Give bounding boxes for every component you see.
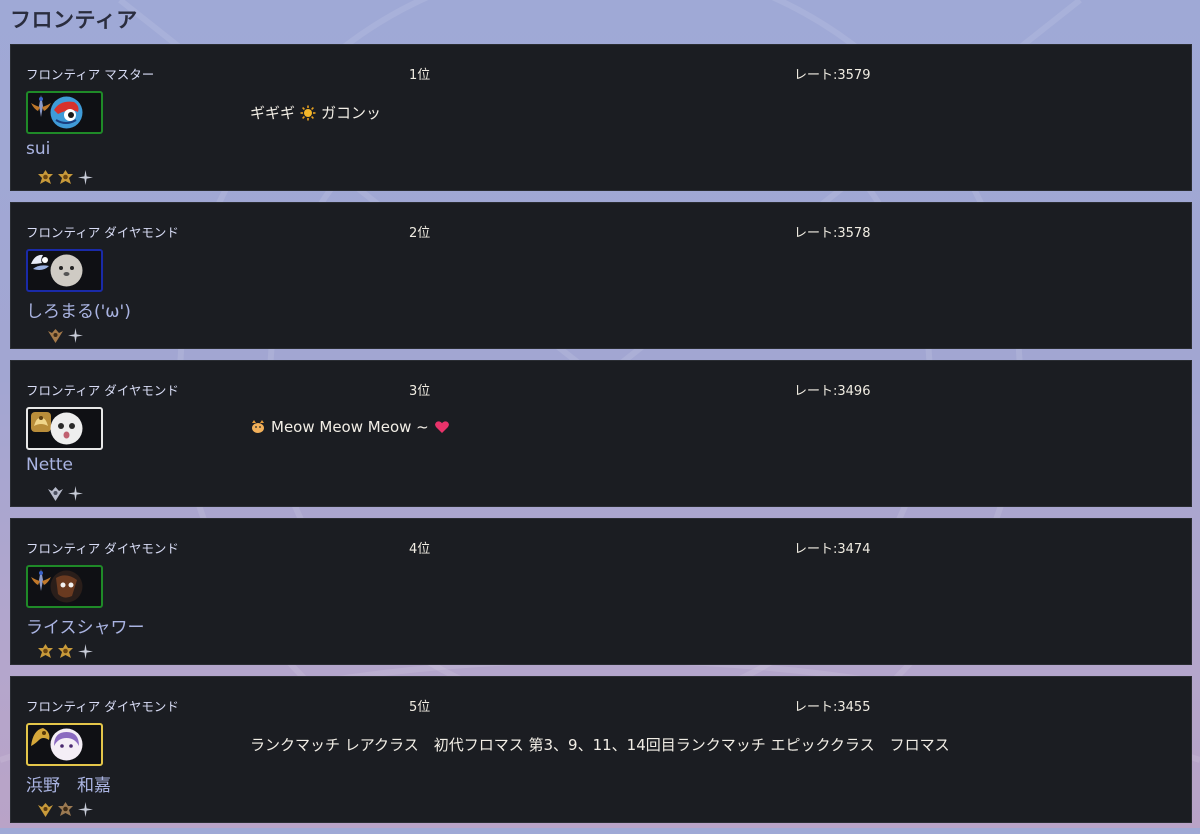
comment-text: Meow Meow Meow ~ — [271, 418, 429, 436]
rank-label: 4位 — [409, 542, 431, 557]
bronze-wing-badge-icon — [48, 329, 63, 343]
class-label: フロンティア ダイヤモンド — [26, 699, 179, 714]
gold-crest-badge-icon — [58, 170, 73, 184]
badge-list — [37, 643, 94, 663]
avatar[interactable] — [26, 407, 103, 450]
ranking-card[interactable]: フロンティア ダイヤモンド 5位 レート:3455 浜野 和嘉 ランクマッチ レ… — [10, 676, 1192, 823]
rate-label: レート:3474 — [794, 542, 871, 557]
ranking-card[interactable]: フロンティア マスター 1位 レート:3579 sui ギギギ ガコンッ — [10, 44, 1192, 191]
seal-avatar-icon — [50, 254, 83, 287]
ranking-card[interactable]: フロンティア ダイヤモンド 3位 レート:3496 Nette Meow Meo… — [10, 360, 1192, 507]
avatar[interactable] — [26, 565, 103, 608]
badge-list — [37, 169, 94, 189]
silver-wing-badge-icon — [48, 487, 63, 501]
player-comment: ランクマッチ レアクラス 初代フロマス 第3、9、11、14回目ランクマッチ エ… — [250, 734, 950, 755]
badge-list — [47, 327, 84, 347]
rank-label: 5位 — [409, 700, 431, 715]
class-label: フロンティア ダイヤモンド — [26, 541, 179, 556]
comment-text: ガコンッ — [321, 104, 382, 122]
red-creature-avatar-icon — [50, 96, 83, 129]
sparkle-badge-icon — [78, 802, 93, 817]
badge-list — [37, 801, 94, 821]
badge-list — [47, 485, 84, 505]
bronze-crest-badge-icon — [58, 802, 73, 816]
avatar[interactable] — [26, 249, 103, 292]
rank-label: 1位 — [409, 68, 431, 83]
comment-text: ランクマッチ レアクラス 初代フロマス 第3、9、11、14回目ランクマッチ エ… — [250, 736, 950, 754]
rank-label: 2位 — [409, 226, 431, 241]
rate-label: レート:3579 — [794, 68, 871, 83]
avatar[interactable] — [26, 91, 103, 134]
player-name[interactable]: sui — [26, 139, 50, 159]
ranking-card[interactable]: フロンティア ダイヤモンド 4位 レート:3474 ライスシャワー — [10, 518, 1192, 665]
heart-icon — [434, 421, 449, 433]
gold-crest-badge-icon — [38, 644, 53, 658]
class-label: フロンティア ダイヤモンド — [26, 383, 179, 398]
cat-icon — [252, 420, 264, 433]
player-name[interactable]: ライスシャワー — [26, 613, 145, 638]
avatar[interactable] — [26, 723, 103, 766]
player-name[interactable]: Nette — [26, 455, 73, 475]
ranking-card[interactable]: フロンティア ダイヤモンド 2位 レート:3578 しろまる('ω') — [10, 202, 1192, 349]
player-comment: ギギギ ガコンッ — [250, 102, 381, 123]
dark-character-avatar-icon — [50, 570, 83, 603]
player-comment: Meow Meow Meow ~ — [250, 418, 450, 436]
rate-label: レート:3578 — [794, 226, 871, 241]
sparkle-badge-icon — [78, 644, 93, 659]
sparkle-badge-icon — [78, 170, 93, 185]
cat-avatar-icon — [50, 412, 83, 445]
class-label: フロンティア ダイヤモンド — [26, 225, 179, 240]
gold-crest-badge-icon — [38, 170, 53, 184]
gold-wing-badge-icon — [38, 803, 53, 817]
gold-crest-badge-icon — [58, 644, 73, 658]
player-name[interactable]: 浜野 和嘉 — [26, 771, 111, 796]
sparkle-badge-icon — [68, 328, 83, 343]
rank-label: 3位 — [409, 384, 431, 399]
page-title: フロンティア — [10, 8, 138, 32]
class-label: フロンティア マスター — [26, 67, 155, 82]
sparkle-badge-icon — [68, 486, 83, 501]
ranking-list: フロンティア マスター 1位 レート:3579 sui ギギギ ガコンッ フロン… — [10, 44, 1192, 834]
rate-label: レート:3455 — [794, 700, 871, 715]
sun-icon — [300, 105, 316, 120]
comment-text: ギギギ — [250, 104, 296, 122]
player-name[interactable]: しろまる('ω') — [26, 297, 131, 322]
rate-label: レート:3496 — [794, 384, 871, 399]
purple-hair-girl-avatar-icon — [50, 728, 83, 761]
